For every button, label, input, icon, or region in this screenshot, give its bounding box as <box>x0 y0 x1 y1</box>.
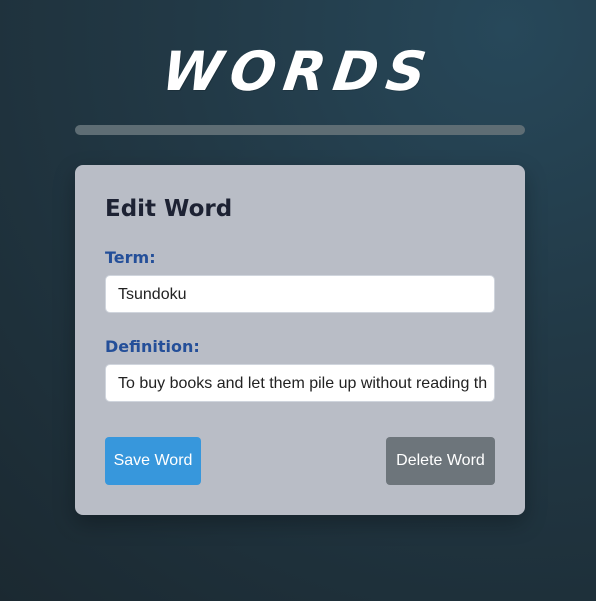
app-title: WORDS <box>158 40 438 103</box>
edit-word-heading: Edit Word <box>105 196 233 222</box>
definition-label: Definition: <box>105 337 200 356</box>
term-input[interactable]: Tsundoku <box>105 275 495 313</box>
edit-word-card: Edit Word Term: Tsundoku Definition: To … <box>75 165 525 515</box>
delete-word-button[interactable]: Delete Word <box>386 437 495 485</box>
term-label: Term: <box>105 248 156 267</box>
save-word-button[interactable]: Save Word <box>105 437 201 485</box>
title-divider <box>75 125 525 135</box>
definition-input[interactable]: To buy books and let them pile up withou… <box>105 364 495 402</box>
